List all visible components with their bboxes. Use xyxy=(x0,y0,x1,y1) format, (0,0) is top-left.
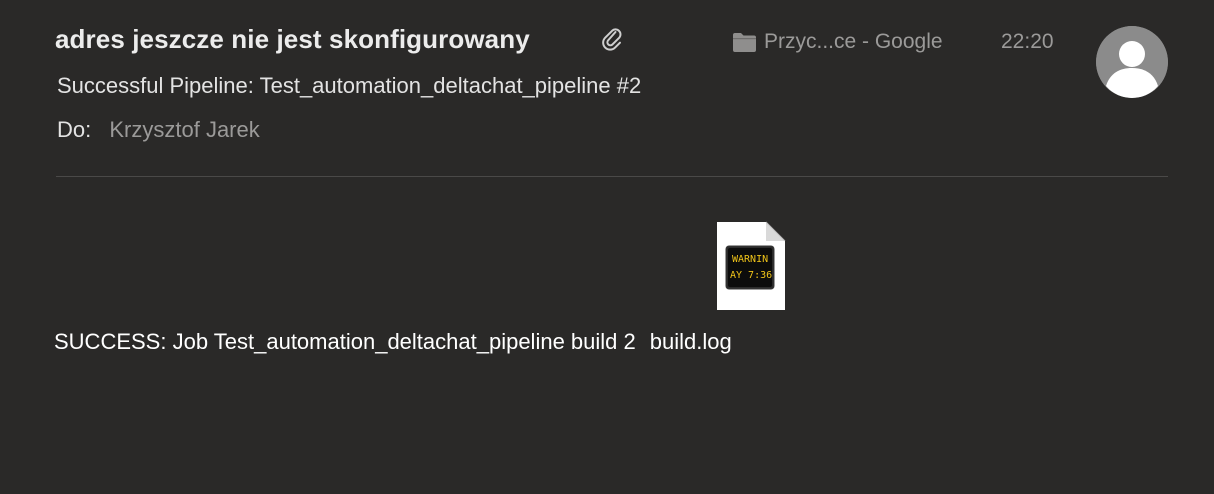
message-subject: Successful Pipeline: Test_automation_del… xyxy=(57,73,642,98)
mailbox-name: Przyc...ce - Google xyxy=(764,30,943,53)
recipient-name[interactable]: Krzysztof Jarek xyxy=(109,117,259,142)
avatar[interactable] xyxy=(1096,26,1168,98)
mailbox-indicator[interactable]: Przyc...ce - Google xyxy=(732,30,943,54)
message-time: 22:20 xyxy=(1001,30,1054,53)
log-file-icon[interactable]: WARNIN AY 7:36 xyxy=(716,221,786,311)
log-preview-line-1: WARNIN xyxy=(732,254,768,265)
paperclip-icon xyxy=(602,28,622,51)
body-text: SUCCESS: Job Test_automation_deltachat_p… xyxy=(54,329,636,354)
header-divider xyxy=(56,176,1168,177)
person-silhouette-icon xyxy=(1096,26,1168,98)
sender-name[interactable]: adres jeszcze nie jest skonfigurowany xyxy=(55,24,530,55)
to-label: Do: xyxy=(57,117,92,142)
recipient-row: Do: Krzysztof Jarek xyxy=(57,117,260,143)
body-text-line: SUCCESS: Job Test_automation_deltachat_p… xyxy=(54,329,732,355)
folder-icon xyxy=(733,33,756,52)
attachment-filename[interactable]: build.log xyxy=(650,329,732,354)
log-preview-line-2: AY 7:36 xyxy=(730,270,772,281)
